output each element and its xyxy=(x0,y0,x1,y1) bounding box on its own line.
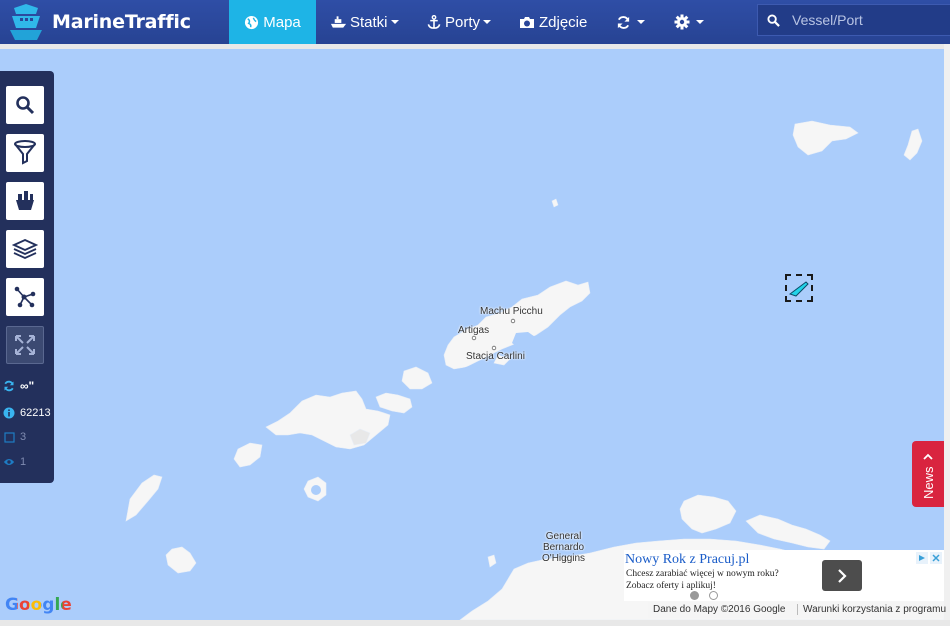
vessel-marker-icon xyxy=(788,281,809,297)
top-navbar: MarineTraffic Mapa Statki Porty Zdjęcie xyxy=(0,0,950,44)
ad-title[interactable]: Nowy Rok z Pracuj.pl xyxy=(625,552,749,568)
search-icon xyxy=(767,13,780,27)
search-icon xyxy=(16,96,35,115)
vertical-scrollbar[interactable] xyxy=(944,44,950,626)
fleet-icon xyxy=(16,191,34,210)
ad-close-icon[interactable] xyxy=(930,552,942,564)
tab-map-label: Mapa xyxy=(263,13,301,31)
camera-icon xyxy=(520,16,534,28)
selected-status: 3 xyxy=(3,431,26,443)
tab-photo-label: Zdjęcie xyxy=(539,13,588,31)
layers-tool-button[interactable] xyxy=(6,230,44,268)
chevron-left-icon xyxy=(923,453,933,460)
map-attribution: Dane do Mapy ©2016 Google xyxy=(653,604,786,615)
gear-icon xyxy=(674,14,690,30)
place-machu-picchu: Machu Picchu xyxy=(480,306,543,317)
ad-dot[interactable] xyxy=(709,591,718,600)
chevron-down-icon xyxy=(390,20,399,24)
news-tab[interactable]: News xyxy=(912,441,944,507)
selected-count: 3 xyxy=(20,431,27,443)
refresh-status: ∞" xyxy=(3,379,34,393)
info-icon xyxy=(3,407,15,419)
adchoices-icon[interactable] xyxy=(916,552,928,564)
horizontal-scrollbar[interactable] xyxy=(0,620,950,626)
chevron-down-icon xyxy=(483,20,492,24)
chevron-right-icon xyxy=(838,568,847,583)
terms-link[interactable]: Warunki korzystania z programu xyxy=(797,604,946,615)
refresh-menu[interactable] xyxy=(616,0,645,44)
place-ohiggins-line-2: Bernardo xyxy=(542,542,585,553)
place-ohiggins-line-3: O'Higgins xyxy=(542,553,586,564)
tab-ports-label: Porty xyxy=(445,13,481,31)
chevron-down-icon xyxy=(696,20,704,24)
filter-tool-button[interactable] xyxy=(6,134,44,172)
ad-dot-active[interactable] xyxy=(690,591,699,600)
fleet-tool-button[interactable] xyxy=(6,182,44,220)
ad-arrow-button[interactable] xyxy=(822,560,862,591)
visible-status: 1 xyxy=(3,456,26,468)
settings-menu[interactable] xyxy=(674,0,704,44)
google-logo[interactable]: Google xyxy=(5,595,72,615)
google-logo-text: Google xyxy=(5,595,72,615)
news-label: News xyxy=(921,466,936,499)
tab-ships[interactable]: Statki xyxy=(330,0,399,44)
eye-icon xyxy=(3,456,15,468)
logo[interactable]: MarineTraffic xyxy=(6,2,191,42)
place-ohiggins: General Bernardo O'Higgins xyxy=(542,531,585,564)
tab-ships-label: Statki xyxy=(350,13,388,31)
ad-line-1: Chcesz zarabiać więcej w nowym roku? xyxy=(626,569,779,579)
expand-icon xyxy=(15,335,35,355)
filter-icon xyxy=(14,140,36,165)
ad-pager xyxy=(690,591,718,600)
map-canvas[interactable]: Machu Picchu Artigas Stacja Carlini Gene… xyxy=(0,49,944,620)
fullscreen-button[interactable] xyxy=(6,326,44,364)
info-count: 62213 xyxy=(20,407,51,419)
network-icon xyxy=(14,286,36,308)
place-artigas: Artigas xyxy=(458,325,490,336)
globe-icon xyxy=(245,15,259,29)
search-tool-button[interactable] xyxy=(6,86,44,124)
tab-ports[interactable]: Porty xyxy=(427,0,492,44)
map-tools-panel: ∞" 62213 3 1 xyxy=(0,71,54,483)
refresh-icon xyxy=(3,380,15,392)
tab-photo[interactable]: Zdjęcie xyxy=(519,0,587,44)
network-tool-button[interactable] xyxy=(6,278,44,316)
place-ohiggins-line-1: General xyxy=(545,531,582,542)
tab-map[interactable]: Mapa xyxy=(229,0,316,44)
chevron-down-icon xyxy=(637,20,645,24)
ad-line-2: Zobacz oferty i aplikuj! xyxy=(626,581,716,591)
visible-count: 1 xyxy=(20,456,27,468)
search-input[interactable] xyxy=(792,12,942,28)
ship-icon xyxy=(330,16,347,28)
place-carlini: Stacja Carlini xyxy=(466,351,525,362)
ad-banner[interactable]: Nowy Rok z Pracuj.pl Chcesz zarabiać wię… xyxy=(624,550,944,601)
info-status: 62213 xyxy=(3,407,51,419)
refresh-value: ∞" xyxy=(20,379,35,393)
app-name: MarineTraffic xyxy=(52,11,191,33)
anchor-icon xyxy=(427,14,441,29)
layers-icon xyxy=(12,239,38,259)
selected-vessel[interactable] xyxy=(785,274,813,302)
ship-logo-icon xyxy=(10,4,42,40)
vessel-search xyxy=(757,4,950,36)
square-icon xyxy=(3,431,15,443)
refresh-icon xyxy=(617,15,630,29)
